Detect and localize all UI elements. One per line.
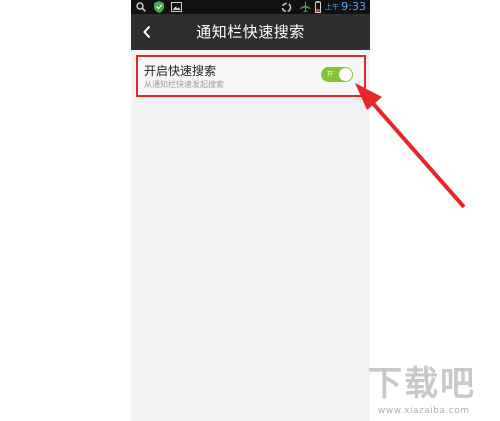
setting-subtitle: 从通知栏快速发起搜索 xyxy=(144,80,224,89)
setting-title: 开启快速搜索 xyxy=(144,64,217,78)
watermark-url: www.xiazaiba.com xyxy=(378,406,470,416)
battery-icon xyxy=(314,0,322,14)
status-time: 9:33 xyxy=(341,0,366,13)
quick-search-toggle[interactable]: 开 xyxy=(321,67,353,82)
toggle-label: 开 xyxy=(327,71,334,78)
sync-icon xyxy=(279,0,293,14)
search-icon xyxy=(134,0,148,14)
status-ampm: 上午 xyxy=(325,3,339,11)
image-icon xyxy=(169,0,183,14)
status-bar: 上午 9:33 xyxy=(131,0,370,14)
airplane-icon xyxy=(298,0,312,14)
watermark: 下载吧 www.xiazaiba.com xyxy=(364,362,494,418)
setting-row-quick-search[interactable]: 开启快速搜索 从通知栏快速发起搜索 开 xyxy=(134,55,366,97)
title-bar: 通知栏快速搜索 xyxy=(131,14,370,50)
shield-icon xyxy=(152,0,166,14)
page-title: 通知栏快速搜索 xyxy=(196,23,305,41)
toggle-knob xyxy=(339,68,352,81)
watermark-logo: 下载吧 xyxy=(368,364,476,404)
phone-screen: 上午 9:33 通知栏快速搜索 开启快速搜索 从通知栏快速发起搜索 开 xyxy=(131,0,370,421)
